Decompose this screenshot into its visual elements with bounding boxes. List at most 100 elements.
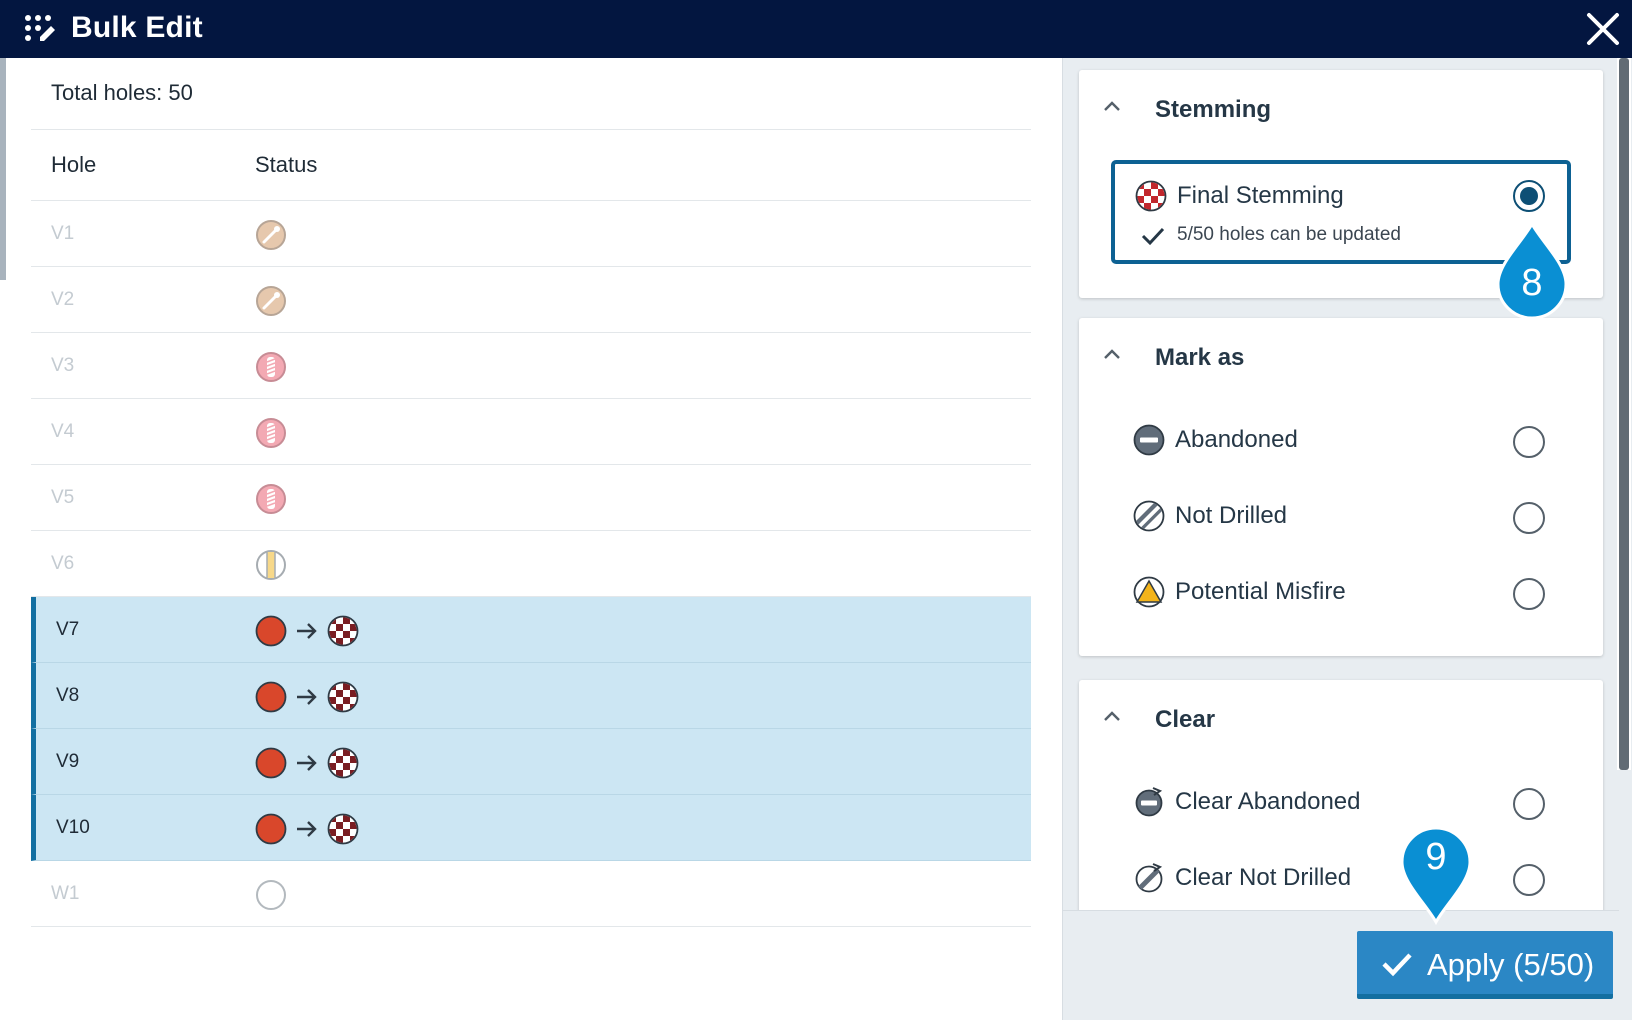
table-row[interactable]: W1 xyxy=(31,861,1031,927)
clear-abandoned-icon xyxy=(1135,787,1163,817)
clear-abandoned-radio[interactable] xyxy=(1513,788,1545,820)
table-row[interactable]: V1 xyxy=(31,201,1031,267)
stemming-icon xyxy=(327,747,359,779)
right-scrollbar[interactable] xyxy=(1617,58,1631,770)
abandoned-radio[interactable] xyxy=(1513,426,1545,458)
check-icon xyxy=(1382,953,1412,977)
stemming-icon xyxy=(1135,180,1167,212)
pink-striped-icon xyxy=(256,352,286,382)
option-clear-not-drilled[interactable]: Clear Not Drilled xyxy=(1133,858,1553,898)
stemming-title: Stemming xyxy=(1155,96,1272,123)
stemming-icon xyxy=(327,615,359,647)
hole-id: W1 xyxy=(51,883,80,904)
misfire-warning-icon xyxy=(1133,576,1165,608)
arrow-right-icon xyxy=(297,755,317,771)
table-row[interactable]: V4 xyxy=(31,399,1031,465)
clear-not-drilled-icon xyxy=(1135,863,1163,893)
stemming-icon xyxy=(327,681,359,713)
total-holes-label: Total holes: 50 xyxy=(51,80,193,105)
apply-label: Apply (5/50) xyxy=(1427,947,1595,982)
hole-id: V8 xyxy=(56,685,80,706)
footer-divider xyxy=(1063,910,1619,911)
callout-number: 9 xyxy=(1425,836,1447,878)
scrollbar-thumb[interactable] xyxy=(1619,58,1629,770)
drilled-tan-icon xyxy=(256,220,286,250)
table-row[interactable]: V2 xyxy=(31,267,1031,333)
yellow-split-icon xyxy=(256,550,286,580)
clear-not-drilled-radio[interactable] xyxy=(1513,864,1545,896)
column-header-status: Status xyxy=(255,152,318,177)
status-cell xyxy=(255,879,287,911)
callout-marker-9: 9 xyxy=(1398,822,1474,926)
status-cell xyxy=(255,285,287,317)
callout-marker-8: 8 xyxy=(1494,220,1570,324)
hole-id: V9 xyxy=(56,751,80,772)
not-drilled-radio[interactable] xyxy=(1513,502,1545,534)
status-cell xyxy=(255,681,359,713)
status-cell xyxy=(255,417,287,449)
clear-card-viewport: Clear Clear Abandoned Clear Not Drilled xyxy=(1063,668,1619,910)
option-clear-abandoned[interactable]: Clear Abandoned xyxy=(1133,782,1553,822)
status-cell xyxy=(255,747,359,779)
not-drilled-icon xyxy=(1133,500,1165,532)
potential-misfire-radio[interactable] xyxy=(1513,578,1545,610)
clear-card: Clear Clear Abandoned Clear Not Drilled xyxy=(1079,680,1603,910)
stemming-icon xyxy=(327,813,359,845)
chevron-up-icon[interactable] xyxy=(1103,348,1121,360)
abandoned-icon xyxy=(1133,424,1165,456)
arrow-right-icon xyxy=(297,821,317,837)
chevron-up-icon[interactable] xyxy=(1103,710,1121,722)
pink-striped-icon xyxy=(256,484,286,514)
pink-striped-icon xyxy=(256,418,286,448)
holes-panel: Total holes: 50 Hole Status V1 V2 V3 V4 … xyxy=(0,58,1062,1020)
hole-id: V10 xyxy=(56,817,90,838)
arrow-right-icon xyxy=(297,689,317,705)
status-cell xyxy=(255,219,287,251)
option-label: Not Drilled xyxy=(1175,502,1288,529)
table-row-selected[interactable]: V10 xyxy=(31,795,1031,861)
table-row-selected[interactable]: V7 xyxy=(31,597,1031,663)
red-circle-icon xyxy=(255,615,287,647)
hole-id: V2 xyxy=(51,289,75,310)
drilled-tan-icon xyxy=(256,286,286,316)
option-label: Abandoned xyxy=(1175,426,1298,453)
table-row-selected[interactable]: V9 xyxy=(31,729,1031,795)
option-label: Clear Abandoned xyxy=(1175,788,1361,815)
dialog-header: Bulk Edit xyxy=(0,0,1632,58)
check-icon xyxy=(1141,227,1165,246)
table-row[interactable]: V6 xyxy=(31,531,1031,597)
table-row[interactable]: V5 xyxy=(31,465,1031,531)
mark-as-card: Mark as Abandoned Not Drilled Potential … xyxy=(1079,318,1603,656)
hole-id: V4 xyxy=(51,421,75,442)
final-stemming-radio[interactable] xyxy=(1513,180,1545,212)
update-count-text: 5/50 holes can be updated xyxy=(1177,224,1401,245)
option-potential-misfire[interactable]: Potential Misfire xyxy=(1133,572,1553,612)
arrow-right-icon xyxy=(297,623,317,639)
table-row[interactable]: V3 xyxy=(31,333,1031,399)
hole-id: V5 xyxy=(51,487,75,508)
status-cell xyxy=(255,813,359,845)
hole-id: V3 xyxy=(51,355,75,376)
status-cell xyxy=(255,483,287,515)
hole-id: V1 xyxy=(51,223,75,244)
red-circle-icon xyxy=(255,681,287,713)
option-label: Potential Misfire xyxy=(1175,578,1346,605)
option-not-drilled[interactable]: Not Drilled xyxy=(1133,496,1553,536)
apply-button[interactable]: Apply (5/50) xyxy=(1357,931,1613,999)
left-scrollbar[interactable] xyxy=(0,58,6,280)
chevron-up-icon[interactable] xyxy=(1103,100,1121,112)
final-stemming-label: Final Stemming xyxy=(1177,182,1344,209)
hole-id: V7 xyxy=(56,619,80,640)
option-label: Clear Not Drilled xyxy=(1175,864,1352,891)
column-header-hole: Hole xyxy=(51,152,97,177)
close-icon[interactable] xyxy=(1586,12,1620,46)
red-circle-icon xyxy=(255,813,287,845)
dots-pencil-icon xyxy=(25,15,55,41)
hole-id: V6 xyxy=(51,553,75,574)
mark-as-title: Mark as xyxy=(1155,344,1245,371)
divider xyxy=(31,129,1031,130)
clear-title: Clear xyxy=(1155,706,1216,733)
option-abandoned[interactable]: Abandoned xyxy=(1133,420,1553,460)
table-row-selected[interactable]: V8 xyxy=(31,663,1031,729)
status-cell xyxy=(255,351,287,383)
